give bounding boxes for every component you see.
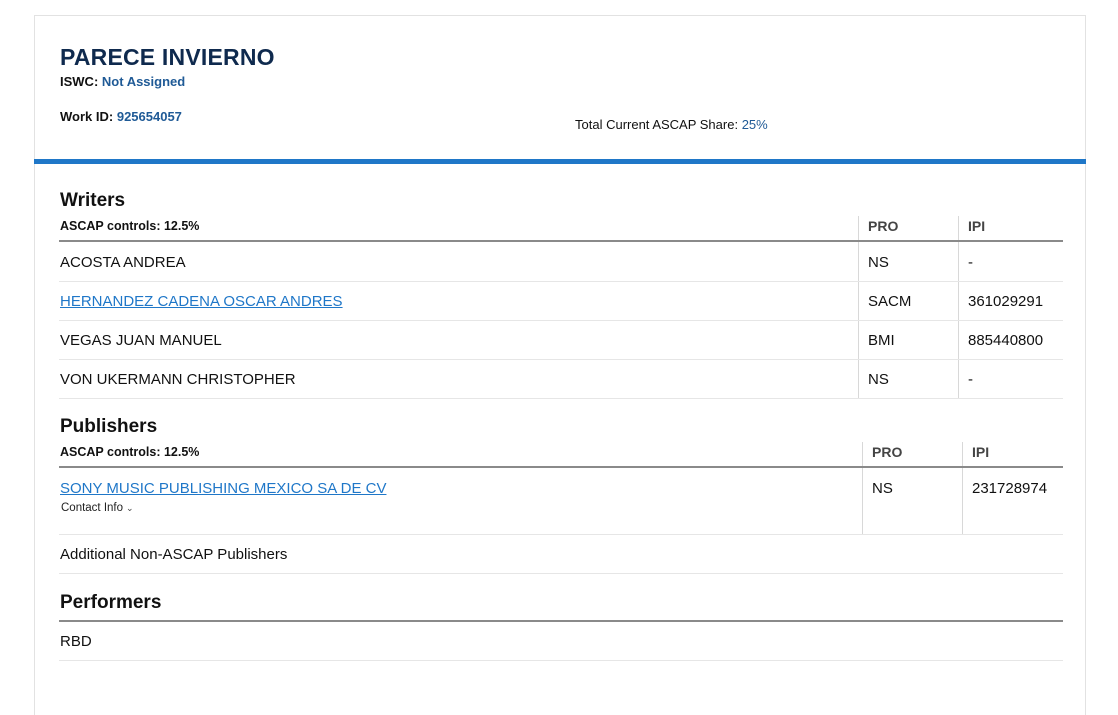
writer-pro: NS — [868, 371, 889, 388]
publisher-ipi: 231728974 — [972, 480, 1048, 497]
publisher-pro: NS — [872, 480, 893, 497]
publishers-ascap-controls: ASCAP controls: 12.5% — [60, 445, 200, 459]
row-divider — [59, 281, 1063, 282]
work-id-label: Work ID: — [60, 109, 114, 124]
writer-ipi: - — [968, 254, 973, 271]
additional-publishers-label: Additional Non-ASCAP Publishers — [60, 546, 288, 563]
writers-ipi-divider — [958, 216, 959, 398]
performers-header-rule — [59, 620, 1063, 622]
ascap-share-label: Total Current ASCAP Share: — [575, 117, 739, 132]
iswc-value: Not Assigned — [101, 74, 186, 89]
writers-ascap-controls: ASCAP controls: 12.5% — [60, 219, 200, 233]
work-detail-card: PARECE INVIERNO ISWC: Not Assigned Work … — [34, 15, 1086, 715]
work-header: PARECE INVIERNO ISWC: Not Assigned Work … — [34, 16, 1086, 164]
row-divider — [59, 398, 1063, 399]
writer-name: VEGAS JUAN MANUEL — [60, 332, 222, 349]
publishers-pro-divider — [862, 442, 863, 534]
contact-info-toggle[interactable]: Contact Info ⌄ — [61, 502, 134, 514]
performer-name: RBD — [60, 633, 92, 650]
chevron-down-icon: ⌄ — [126, 503, 134, 513]
writer-name: ACOSTA ANDREA — [60, 254, 186, 271]
writers-ipi-header: IPI — [968, 218, 986, 234]
writer-ipi: - — [968, 371, 973, 388]
contact-info-label: Contact Info — [61, 502, 124, 514]
writer-name: VON UKERMANN CHRISTOPHER — [60, 371, 296, 388]
ascap-share: Total Current ASCAP Share: 25% — [575, 117, 768, 132]
publishers-pro-header: PRO — [872, 444, 903, 460]
performers-heading: Performers — [60, 592, 162, 613]
iswc-label: ISWC: — [60, 74, 99, 89]
row-divider — [59, 573, 1063, 574]
work-id-line: Work ID: 925654057 — [60, 109, 182, 124]
ascap-share-value: 25% — [741, 117, 768, 132]
writers-header-rule — [59, 240, 1063, 242]
row-divider — [59, 660, 1063, 661]
writers-heading: Writers — [60, 190, 126, 211]
work-title: PARECE INVIERNO — [60, 44, 275, 70]
iswc-line: ISWC: Not Assigned — [60, 74, 185, 89]
writer-ipi: 885440800 — [968, 332, 1044, 349]
publisher-name-link[interactable]: SONY MUSIC PUBLISHING MEXICO SA DE CV — [60, 480, 386, 497]
publishers-heading: Publishers — [60, 416, 158, 437]
writer-pro: NS — [868, 254, 889, 271]
work-id-value: 925654057 — [116, 109, 182, 124]
writers-pro-divider — [858, 216, 859, 398]
writers-pro-header: PRO — [868, 218, 899, 234]
writer-name-link[interactable]: HERNANDEZ CADENA OSCAR ANDRES — [60, 293, 343, 310]
writer-pro: BMI — [868, 332, 895, 349]
publishers-ipi-divider — [962, 442, 963, 534]
writer-pro: SACM — [868, 293, 912, 310]
publishers-ipi-header: IPI — [972, 444, 990, 460]
row-divider — [59, 359, 1063, 360]
publishers-header-rule — [59, 466, 1063, 468]
row-divider — [59, 534, 1063, 535]
writer-ipi: 361029291 — [968, 293, 1044, 310]
row-divider — [59, 320, 1063, 321]
header-divider — [34, 159, 1086, 164]
